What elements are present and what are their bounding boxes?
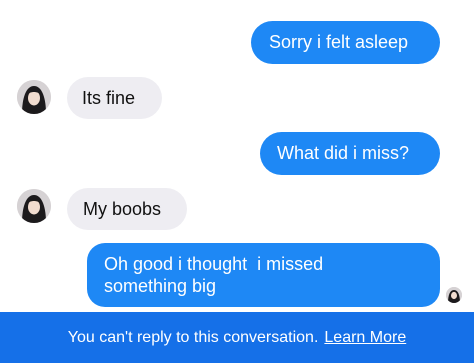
contact-avatar-icon[interactable] bbox=[17, 80, 51, 114]
cannot-reply-banner: You can't reply to this conversation. Le… bbox=[0, 312, 474, 363]
outgoing-message-bubble[interactable]: Sorry i felt asleep bbox=[251, 21, 440, 64]
incoming-message-bubble[interactable]: Its fine bbox=[67, 77, 162, 119]
message-text: What did i miss? bbox=[277, 143, 410, 163]
message-text-line: something big bbox=[104, 276, 217, 296]
learn-more-link[interactable]: Learn More bbox=[324, 329, 406, 347]
cannot-reply-notice: You can't reply to this conversation. bbox=[67, 328, 319, 346]
read-receipt-avatar-icon bbox=[446, 287, 462, 303]
outgoing-message-bubble[interactable]: Oh good i thought i missed something big bbox=[87, 243, 440, 307]
message-text: Its fine bbox=[82, 88, 136, 108]
contact-avatar-icon[interactable] bbox=[17, 189, 51, 223]
incoming-message-bubble[interactable]: My boobs bbox=[67, 188, 187, 230]
message-thread: Sorry i felt asleep Its fine What did i … bbox=[0, 0, 474, 312]
message-text-line: Oh good i thought i missed bbox=[104, 254, 324, 274]
message-text: Sorry i felt asleep bbox=[269, 32, 409, 52]
outgoing-message-bubble[interactable]: What did i miss? bbox=[260, 132, 440, 175]
message-text: My boobs bbox=[83, 199, 162, 219]
